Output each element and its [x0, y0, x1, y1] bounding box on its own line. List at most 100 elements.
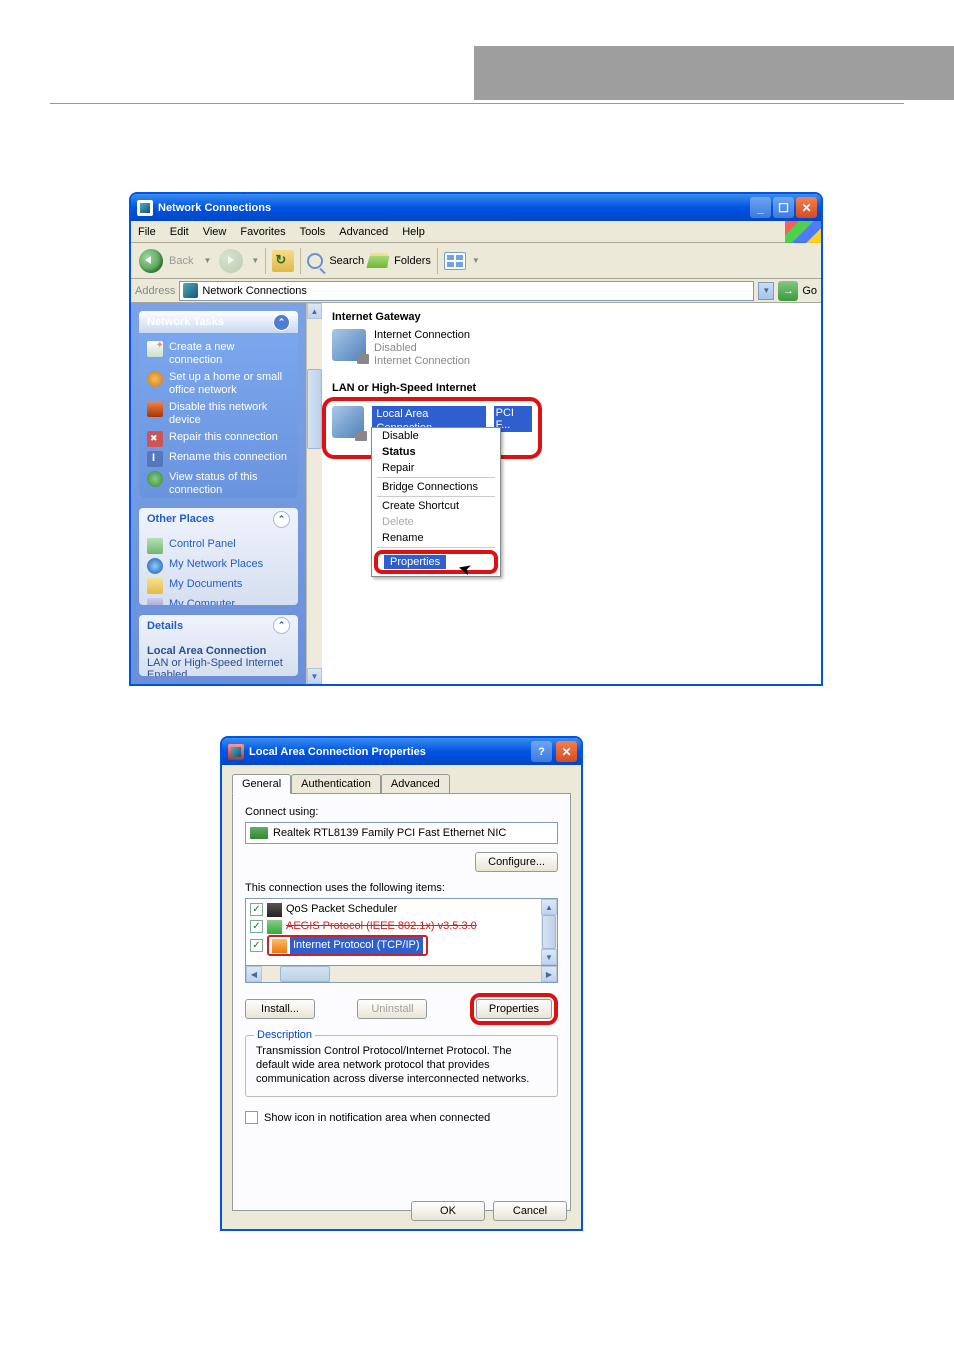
- address-field[interactable]: Network Connections: [179, 281, 754, 301]
- menu-edit[interactable]: Edit: [163, 226, 196, 238]
- cancel-button[interactable]: Cancel: [493, 1201, 567, 1221]
- list-scrollbar[interactable]: ▲ ▼: [541, 899, 557, 965]
- ctx-properties[interactable]: Properties: [384, 555, 446, 569]
- checkbox-checked-icon[interactable]: ✓: [250, 920, 263, 933]
- forward-button[interactable]: [217, 247, 245, 275]
- details-type: LAN or High-Speed Internet: [147, 657, 283, 669]
- ctx-disable[interactable]: Disable: [372, 428, 500, 444]
- sidebar-item-setup[interactable]: Set up a home or small office network: [147, 369, 290, 399]
- menu-view[interactable]: View: [196, 226, 234, 238]
- menu-help[interactable]: Help: [395, 226, 432, 238]
- forward-dropdown-icon[interactable]: ▼: [251, 256, 259, 265]
- rename-icon: [147, 451, 163, 467]
- sidebar-item-disable[interactable]: Disable this network device: [147, 399, 290, 429]
- show-icon-option[interactable]: Show icon in notification area when conn…: [245, 1111, 558, 1124]
- menu-favorites[interactable]: Favorites: [233, 226, 292, 238]
- lac-highlight: Local Area Connection Enabled PCI F... D…: [322, 397, 542, 459]
- close-button[interactable]: ✕: [796, 197, 817, 218]
- item-qos[interactable]: ✓ QoS Packet Scheduler: [246, 901, 541, 918]
- menu-file[interactable]: File: [131, 226, 163, 238]
- close-button[interactable]: ✕: [556, 741, 577, 762]
- minimize-button[interactable]: _: [750, 197, 771, 218]
- back-button[interactable]: [137, 247, 165, 275]
- ctx-rename[interactable]: Rename: [372, 530, 500, 546]
- collapse-icon[interactable]: ⌃: [273, 314, 290, 331]
- menu-advanced[interactable]: Advanced: [332, 226, 395, 238]
- sidebar-scrollbar[interactable]: ▲ ▼: [306, 303, 322, 684]
- up-button[interactable]: [272, 250, 294, 272]
- list-hscrollbar[interactable]: ◀ ▶: [245, 966, 558, 983]
- go-button[interactable]: →: [778, 281, 798, 301]
- control-panel-icon: [147, 538, 163, 554]
- scroll-up-icon[interactable]: ▲: [307, 303, 322, 319]
- lac-properties-window: Local Area Connection Properties ? ✕ Gen…: [220, 736, 583, 1231]
- sidebar-item-documents[interactable]: My Documents: [147, 576, 290, 596]
- scroll-down-icon[interactable]: ▼: [541, 949, 557, 965]
- ctx-shortcut[interactable]: Create Shortcut: [372, 498, 500, 514]
- scroll-up-icon[interactable]: ▲: [541, 899, 557, 915]
- scroll-thumb[interactable]: [280, 966, 330, 982]
- search-button[interactable]: Search: [329, 255, 364, 267]
- scroll-right-icon[interactable]: ▶: [541, 966, 557, 982]
- folders-button[interactable]: Folders: [394, 255, 431, 267]
- window-title: Local Area Connection Properties: [249, 746, 426, 758]
- sidebar-item-rename[interactable]: Rename this connection: [147, 449, 290, 469]
- network-places-icon: [147, 558, 163, 574]
- tab-authentication[interactable]: Authentication: [291, 774, 381, 794]
- views-button[interactable]: [444, 252, 466, 270]
- ctx-bridge[interactable]: Bridge Connections: [372, 479, 500, 495]
- ctx-status[interactable]: Status: [372, 444, 500, 460]
- panel-title: Details: [147, 620, 183, 632]
- configure-button[interactable]: Configure...: [475, 852, 558, 872]
- ctx-repair[interactable]: Repair: [372, 460, 500, 476]
- collapse-icon[interactable]: ⌃: [273, 511, 290, 528]
- status-icon: [147, 471, 163, 487]
- toolbar: Back ▼ ▼ Search Folders ▼: [131, 243, 821, 279]
- scroll-left-icon[interactable]: ◀: [246, 966, 262, 982]
- tcpip-icon: [272, 939, 287, 953]
- back-dropdown-icon[interactable]: ▼: [203, 256, 211, 265]
- scroll-thumb[interactable]: [542, 915, 556, 949]
- checkbox-checked-icon[interactable]: ✓: [250, 903, 263, 916]
- sidebar-item-control-panel[interactable]: Control Panel: [147, 536, 290, 556]
- description-group: Description Transmission Control Protoco…: [245, 1035, 558, 1097]
- titlebar[interactable]: Local Area Connection Properties ? ✕: [222, 738, 581, 765]
- ok-button[interactable]: OK: [411, 1201, 485, 1221]
- maximize-button[interactable]: ☐: [773, 197, 794, 218]
- scroll-down-icon[interactable]: ▼: [307, 668, 322, 684]
- properties-highlight: Properties: [470, 993, 558, 1025]
- connection-icon: [332, 329, 366, 361]
- app-icon: [228, 744, 244, 760]
- tab-advanced[interactable]: Advanced: [381, 774, 450, 794]
- properties-button[interactable]: Properties: [476, 999, 552, 1019]
- views-dropdown-icon[interactable]: ▼: [472, 256, 480, 265]
- items-listbox[interactable]: ✓ QoS Packet Scheduler ✓ AEGIS Protocol …: [245, 898, 558, 966]
- menu-tools[interactable]: Tools: [293, 226, 333, 238]
- address-value: Network Connections: [202, 285, 307, 297]
- group-lan: LAN or High-Speed Internet: [332, 382, 811, 394]
- help-button[interactable]: ?: [531, 741, 552, 762]
- install-button[interactable]: Install...: [245, 999, 315, 1019]
- network-connections-window: Network Connections _ ☐ ✕ File Edit View…: [129, 192, 823, 686]
- address-label: Address: [135, 285, 175, 297]
- sidebar-item-network-places[interactable]: My Network Places: [147, 556, 290, 576]
- address-dropdown-button[interactable]: ▼: [758, 282, 774, 300]
- checkbox-checked-icon[interactable]: ✓: [250, 939, 263, 952]
- collapse-icon[interactable]: ⌃: [273, 617, 290, 634]
- sidebar-item-repair[interactable]: Repair this connection: [147, 429, 290, 449]
- checkbox-unchecked-icon[interactable]: [245, 1111, 258, 1124]
- sidebar: Network Tasks ⌃ Create a new connection …: [131, 303, 306, 684]
- item-tcpip[interactable]: ✓ Internet Protocol (TCP/IP): [246, 935, 541, 956]
- tab-general[interactable]: General: [232, 774, 291, 794]
- titlebar[interactable]: Network Connections _ ☐ ✕: [131, 194, 821, 221]
- internet-connection-item[interactable]: Internet Connection Disabled Internet Co…: [332, 329, 811, 368]
- sidebar-item-status[interactable]: View status of this connection: [147, 469, 290, 498]
- description-legend: Description: [254, 1029, 315, 1041]
- item-aegis[interactable]: ✓ AEGIS Protocol (IEEE 802.1x) v3.5.3.0: [246, 918, 541, 935]
- sidebar-item-create[interactable]: Create a new connection: [147, 339, 290, 369]
- scheduler-icon: [267, 903, 282, 917]
- description-text: Transmission Control Protocol/Internet P…: [256, 1044, 547, 1086]
- go-label[interactable]: Go: [802, 285, 817, 297]
- sidebar-item-computer[interactable]: My Computer: [147, 596, 290, 604]
- scroll-thumb[interactable]: [307, 369, 322, 449]
